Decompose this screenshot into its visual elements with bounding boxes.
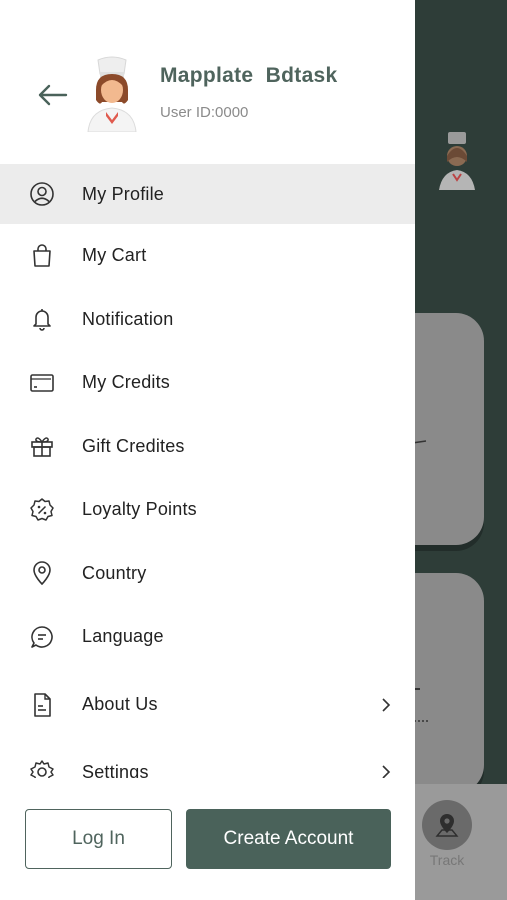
log-in-button[interactable]: Log In: [25, 809, 172, 869]
track-label: Track: [429, 852, 465, 868]
menu-item-label: Language: [82, 626, 164, 647]
menu-item-label: About Us: [82, 694, 158, 714]
menu-item-label: Country: [82, 562, 147, 583]
user-name: Mapplate Bdtask: [160, 64, 338, 87]
navigation-drawer: Mapplate Bdtask User ID:0000 My Profile …: [0, 0, 415, 900]
discount-badge-icon: [29, 497, 55, 523]
back-button[interactable]: [32, 78, 72, 112]
menu-item-label: Settings: [82, 761, 149, 778]
bell-icon: [29, 306, 55, 332]
menu-item-my-cart[interactable]: My Cart: [0, 224, 415, 288]
wallet-icon: [29, 370, 55, 396]
chevron-right-icon: [379, 697, 393, 712]
menu-item-country[interactable]: Country: [0, 542, 415, 606]
user-circle-icon: [29, 181, 55, 207]
gear-icon: [29, 759, 55, 778]
document-icon: [29, 692, 55, 718]
create-account-button[interactable]: Create Account: [186, 809, 391, 869]
drawer-menu: My Profile My Cart Notification My Credi…: [0, 164, 415, 778]
menu-item-settings[interactable]: Settings: [0, 741, 415, 778]
menu-item-label: Notification: [82, 308, 174, 329]
menu-item-label: My Cart: [82, 245, 147, 266]
chevron-right-icon: [379, 765, 393, 778]
user-id: User ID:0000: [160, 104, 249, 121]
menu-item-about-us[interactable]: About Us: [0, 669, 415, 741]
menu-item-label: Gift Credites: [82, 435, 185, 456]
drawer-header: Mapplate Bdtask User ID:0000: [0, 0, 415, 160]
map-pin-icon: [435, 814, 459, 837]
chat-bubble-icon: [29, 624, 55, 650]
menu-item-label: My Credits: [82, 372, 171, 393]
menu-item-my-profile[interactable]: My Profile: [0, 164, 415, 224]
shopping-bag-icon: [29, 243, 55, 269]
arrow-left-icon: [38, 84, 68, 106]
menu-item-loyalty-points[interactable]: Loyalty Points: [0, 478, 415, 542]
location-pin-icon: [29, 560, 55, 586]
chef-avatar-icon: [87, 56, 137, 132]
drawer-footer: Log In Create Account: [0, 778, 415, 900]
menu-item-gift-credits[interactable]: Gift Credites: [0, 415, 415, 479]
menu-item-language[interactable]: Language: [0, 605, 415, 669]
gift-icon: [29, 433, 55, 459]
track-tab: Track: [420, 800, 474, 868]
chef-avatar-icon: [439, 132, 475, 190]
menu-item-notification[interactable]: Notification: [0, 288, 415, 352]
menu-item-my-credits[interactable]: My Credits: [0, 351, 415, 415]
menu-item-label: My Profile: [82, 183, 165, 204]
menu-item-label: Loyalty Points: [82, 499, 197, 520]
